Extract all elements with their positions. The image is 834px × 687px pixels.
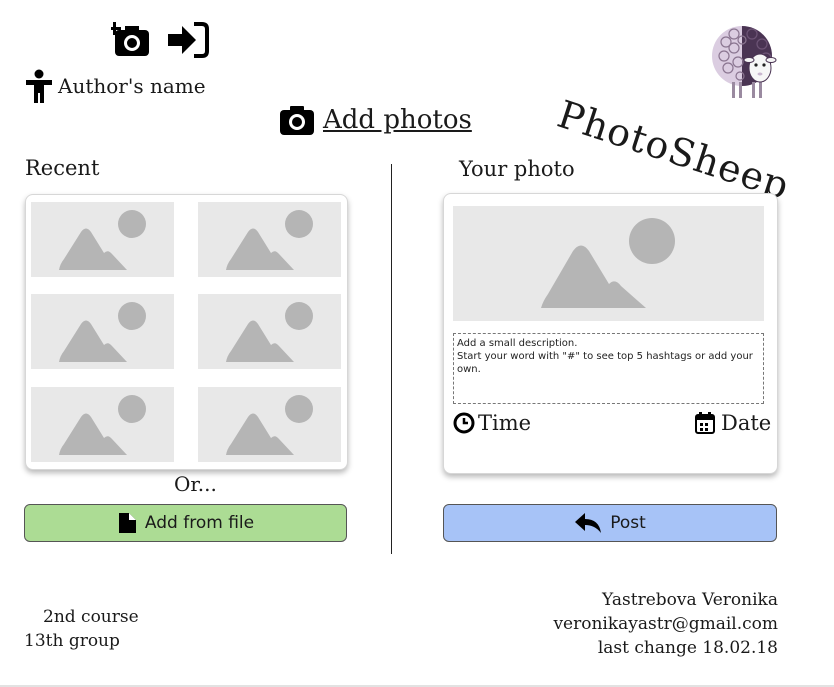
recent-thumb-6[interactable]: [198, 387, 341, 462]
date-label: Date: [721, 411, 772, 435]
column-divider: [391, 164, 392, 554]
image-placeholder-icon: [59, 302, 146, 362]
post-label: Post: [610, 513, 646, 533]
add-from-file-label: Add from file: [144, 513, 255, 533]
recent-thumb-5[interactable]: [31, 387, 174, 462]
footer-group: 13th group: [24, 631, 120, 651]
photo-preview[interactable]: [453, 206, 764, 321]
recent-title: Recent: [25, 156, 100, 180]
file-icon: [118, 513, 136, 533]
image-placeholder-icon: [59, 210, 146, 270]
time-label: Time: [478, 411, 532, 435]
author-row[interactable]: Author's name: [24, 68, 206, 104]
footer-author: Yastrebova Veronika: [601, 590, 778, 610]
recent-thumb-2[interactable]: [198, 202, 341, 277]
date-field[interactable]: Date: [695, 408, 771, 438]
recent-thumb-3[interactable]: [31, 294, 174, 369]
post-button[interactable]: Post: [443, 504, 777, 542]
description-input[interactable]: Add a small description. Start your word…: [453, 333, 764, 404]
calendar-icon: [695, 412, 715, 434]
image-placeholder-icon: [59, 395, 146, 455]
sheep-logo: [712, 18, 788, 102]
sign-in-icon: [168, 22, 209, 58]
footer-course: 2nd course: [43, 607, 139, 627]
footer-email[interactable]: veronikayastr@gmail.com: [553, 612, 778, 636]
image-placeholder-icon: [541, 218, 675, 308]
brand-title: PhotoSheep: [552, 92, 796, 209]
camera-plus-icon: [108, 22, 149, 56]
add-photo-button[interactable]: [108, 20, 153, 60]
add-from-file-button[interactable]: Add from file: [24, 504, 347, 542]
footer-left: 2nd course 13th group: [24, 605, 139, 653]
or-label: Or...: [174, 472, 217, 496]
footer-right: Yastrebova Veronika veronikayastr@gmail.…: [553, 588, 778, 660]
image-placeholder-icon: [226, 395, 313, 455]
image-placeholder-icon: [226, 302, 313, 362]
time-field[interactable]: Time: [453, 408, 531, 438]
reply-icon: [575, 513, 602, 533]
add-photos-label[interactable]: Add photos: [323, 105, 472, 135]
sheep-logo-icon: [712, 26, 777, 98]
sign-in-button[interactable]: [166, 20, 209, 60]
footer-last-change: last change 18.02.18: [597, 638, 778, 658]
user-icon: [26, 69, 52, 103]
your-photo-title: Your photo: [459, 157, 575, 181]
recent-thumb-1[interactable]: [31, 202, 174, 277]
clock-icon: [453, 412, 475, 434]
author-name[interactable]: Author's name: [58, 74, 206, 98]
add-photos-link[interactable]: Add photos: [279, 104, 472, 136]
recent-thumb-4[interactable]: [198, 294, 341, 369]
camera-icon: [280, 106, 314, 135]
image-placeholder-icon: [226, 210, 313, 270]
